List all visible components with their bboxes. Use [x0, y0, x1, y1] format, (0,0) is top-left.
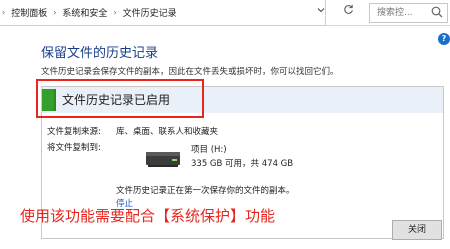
backup-info: 文件历史记录正在第一次保存你的文件的副本。: [116, 186, 295, 196]
drive-icon: [146, 152, 180, 167]
breadcrumb-system-security[interactable]: 系统和安全: [58, 6, 111, 19]
chevron-down-icon: [317, 8, 325, 13]
drive-name: 项目 (H:): [191, 145, 227, 155]
page-title: 保留文件的历史记录: [41, 46, 159, 61]
close-button[interactable]: 关闭: [392, 220, 442, 240]
address-dropdown-button[interactable]: [315, 5, 327, 19]
breadcrumb-separator: ›: [2, 8, 6, 17]
breadcrumb-control-panel[interactable]: 控制面板: [7, 6, 51, 19]
refresh-button[interactable]: [340, 4, 356, 20]
refresh-icon: [343, 4, 353, 14]
address-bar: › 控制面板 › 系统和安全 › 文件历史记录 搜索控...: [0, 0, 450, 26]
source-label: 文件复制来源:: [47, 127, 101, 137]
breadcrumb-separator: ›: [53, 8, 57, 17]
search-input[interactable]: 搜索控...: [369, 3, 448, 23]
page-description: 文件历史记录会保存文件的副本，因此在文件丢失或损坏时，你可以找回它们。: [41, 67, 339, 77]
annotation-text: 使用该功能需要配合【系统保护】功能: [20, 207, 276, 225]
search-placeholder: 搜索控...: [377, 8, 413, 18]
breadcrumb: › 控制面板 › 系统和安全 › 文件历史记录: [0, 0, 326, 26]
help-icon[interactable]: ?: [438, 33, 450, 45]
search-icon[interactable]: [430, 5, 444, 19]
drive-space: 335 GB 可用，共 474 GB: [191, 159, 294, 169]
breadcrumb-separator: ›: [113, 8, 117, 17]
breadcrumb-file-history[interactable]: 文件历史记录: [119, 6, 181, 19]
highlight-box: [36, 79, 204, 118]
source-value: 库、桌面、联系人和收藏夹: [116, 127, 219, 137]
dest-label: 将文件复制到:: [47, 143, 101, 153]
